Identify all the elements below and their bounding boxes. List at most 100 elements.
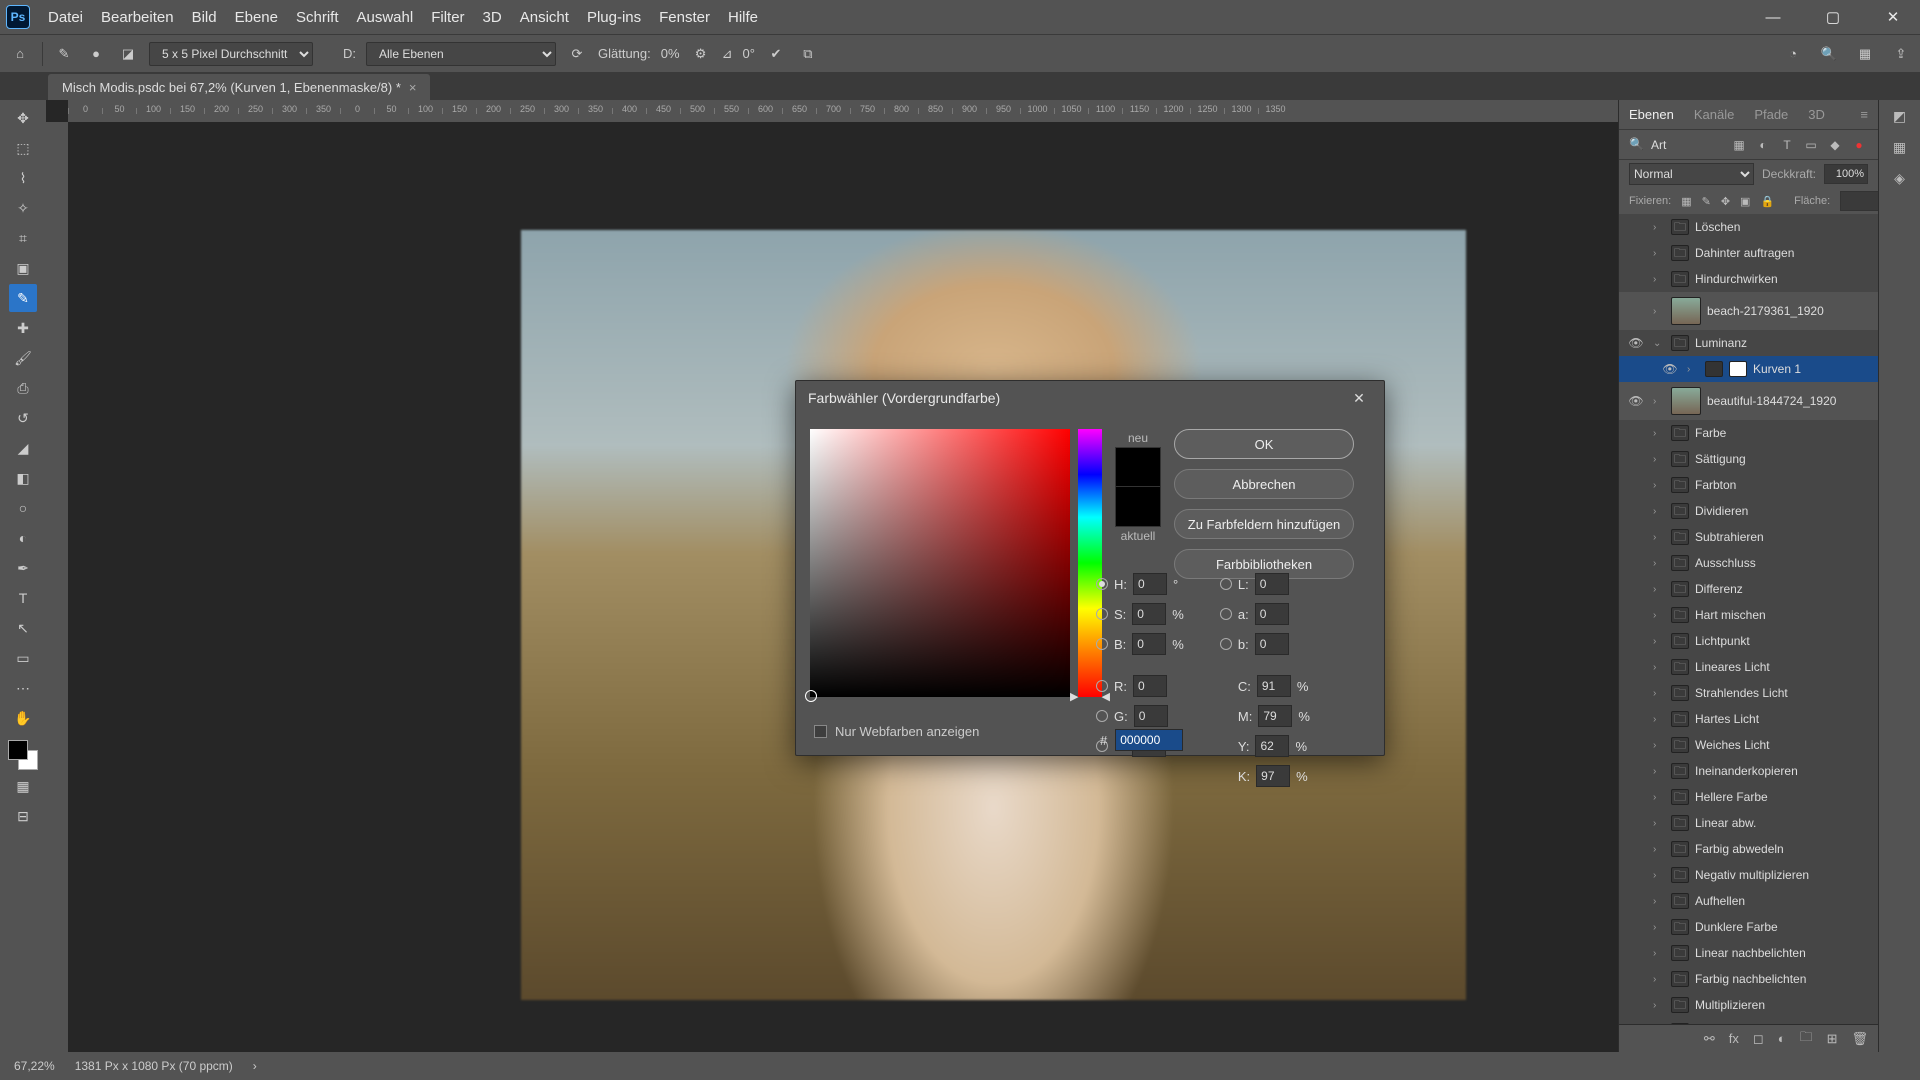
link-layers-icon[interactable]: ⚯ (1704, 1031, 1715, 1047)
lasso-tool[interactable]: ⌇ (9, 164, 37, 192)
layer-row[interactable]: ›🗀Farbe (1619, 420, 1878, 446)
layer-row[interactable]: ›🗀Differenz (1619, 576, 1878, 602)
layer-row[interactable]: 👁⌄🗀Luminanz (1619, 330, 1878, 356)
layer-row[interactable]: ›🗀Ineinanderkopieren (1619, 758, 1878, 784)
blend-mode-select[interactable]: Normal (1629, 163, 1754, 185)
layer-filter-input[interactable] (1651, 138, 1711, 152)
lock-paint-icon[interactable]: ✎ (1702, 195, 1711, 208)
dodge-tool[interactable]: ◐ (9, 524, 37, 552)
heal-tool[interactable]: ✚ (9, 314, 37, 342)
expand-icon[interactable]: › (1653, 454, 1665, 465)
k-input[interactable] (1256, 765, 1290, 787)
brush-tool[interactable]: 🖌 (9, 344, 37, 372)
sample-ring-icon[interactable]: ◪ (117, 43, 139, 65)
expand-icon[interactable]: › (1653, 714, 1665, 725)
layer-style-icon[interactable]: fx (1729, 1031, 1739, 1046)
expand-icon[interactable]: › (1653, 766, 1665, 777)
expand-icon[interactable]: ⌄ (1653, 338, 1665, 349)
radio-l[interactable] (1220, 578, 1232, 590)
blur-tool[interactable]: ○ (9, 494, 37, 522)
visibility-icon[interactable]: 👁 (1625, 394, 1647, 408)
expand-icon[interactable]: › (1653, 792, 1665, 803)
type-tool[interactable]: T (9, 584, 37, 612)
radio-lb[interactable] (1220, 638, 1232, 650)
layer-row[interactable]: ›🗀Linear abw. (1619, 810, 1878, 836)
g-input[interactable] (1134, 705, 1168, 727)
radio-g[interactable] (1096, 710, 1108, 722)
add-swatch-button[interactable]: Zu Farbfeldern hinzufügen (1174, 509, 1354, 539)
color-swatches[interactable] (8, 740, 38, 770)
layer-row[interactable]: ›🗀Dividieren (1619, 498, 1878, 524)
expand-icon[interactable]: › (1653, 584, 1665, 595)
frame-tool[interactable]: ▣ (9, 254, 37, 282)
menu-auswahl[interactable]: Auswahl (357, 9, 414, 26)
expand-icon[interactable]: › (1653, 558, 1665, 569)
visibility-icon[interactable]: 👁 (1659, 362, 1681, 376)
layer-row[interactable]: ›🗀Negativ multiplizieren (1619, 862, 1878, 888)
search-icon[interactable]: 🔍 (1629, 137, 1645, 153)
webonly-checkbox[interactable] (814, 725, 827, 738)
expand-icon[interactable]: › (1653, 896, 1665, 907)
current-color-swatch[interactable] (1115, 487, 1161, 527)
visibility-icon[interactable]: 👁 (1625, 336, 1647, 350)
close-window-button[interactable]: ✕ (1872, 3, 1914, 31)
expand-icon[interactable]: › (1653, 844, 1665, 855)
c-input[interactable] (1257, 675, 1291, 697)
options-icon[interactable]: ⟳ (566, 43, 588, 65)
expand-icon[interactable]: › (1653, 636, 1665, 647)
status-more-icon[interactable]: › (253, 1059, 257, 1073)
marquee-tool[interactable]: ⬚ (9, 134, 37, 162)
history-brush-tool[interactable]: ↺ (9, 404, 37, 432)
color-panel-icon[interactable]: ◩ (1893, 108, 1906, 125)
layer-row[interactable]: ›🗀Lineares Licht (1619, 654, 1878, 680)
layer-row[interactable]: ›🗀Dunklere Farbe (1619, 914, 1878, 940)
layer-row[interactable]: ›🗀Hindurchwirken (1619, 266, 1878, 292)
wand-tool[interactable]: ✧ (9, 194, 37, 222)
maximize-button[interactable]: ▢ (1812, 3, 1854, 31)
h-input[interactable] (1133, 573, 1167, 595)
path-tool[interactable]: ↖ (9, 614, 37, 642)
layer-row[interactable]: ›🗀Multiplizieren (1619, 992, 1878, 1018)
properties-panel-icon[interactable]: ◈ (1894, 170, 1905, 187)
layer-row[interactable]: ›🗀Subtrahieren (1619, 524, 1878, 550)
menu-schrift[interactable]: Schrift (296, 9, 339, 26)
expand-icon[interactable]: › (1653, 274, 1665, 285)
expand-icon[interactable]: › (1653, 396, 1665, 407)
expand-icon[interactable]: › (1653, 610, 1665, 621)
swatches-panel-icon[interactable]: ▦ (1893, 139, 1906, 156)
layer-list[interactable]: ›🗀Löschen›🗀Dahinter auftragen›🗀Hindurchw… (1619, 214, 1878, 1024)
lock-position-icon[interactable]: ✥ (1721, 195, 1730, 208)
expand-icon[interactable]: › (1687, 364, 1699, 375)
home-icon[interactable]: ⌂ (8, 42, 32, 66)
expand-icon[interactable]: › (1653, 248, 1665, 259)
expand-icon[interactable]: › (1653, 974, 1665, 985)
expand-icon[interactable]: › (1653, 480, 1665, 491)
crop-tool[interactable]: ⌗ (9, 224, 37, 252)
menu-3d[interactable]: 3D (483, 9, 502, 26)
dialog-close-icon[interactable]: ✕ (1346, 385, 1372, 411)
screenmode-tool[interactable]: ⊟ (9, 802, 37, 830)
menu-ansicht[interactable]: Ansicht (520, 9, 569, 26)
expand-icon[interactable]: › (1653, 506, 1665, 517)
bv-input[interactable] (1132, 633, 1166, 655)
a-input[interactable] (1255, 603, 1289, 625)
radio-s[interactable] (1096, 608, 1108, 620)
layer-mask-icon[interactable]: ◻ (1753, 1031, 1764, 1047)
layer-row[interactable]: ›🗀Lichtpunkt (1619, 628, 1878, 654)
opacity-input[interactable] (1824, 164, 1868, 184)
layer-row[interactable]: ›🗀Sättigung (1619, 446, 1878, 472)
layer-row[interactable]: ›🗀Ausschluss (1619, 550, 1878, 576)
workspace-icon[interactable]: ▦ (1854, 43, 1876, 65)
layer-row[interactable]: 👁›beautiful-1844724_1920 (1619, 382, 1878, 420)
menu-bearbeiten[interactable]: Bearbeiten (101, 9, 174, 26)
menu-datei[interactable]: Datei (48, 9, 83, 26)
radio-h[interactable] (1096, 578, 1108, 590)
m-input[interactable] (1258, 705, 1292, 727)
smoothing-value[interactable]: 0% (661, 46, 680, 61)
quickmask-tool[interactable]: ▦ (9, 772, 37, 800)
filter-pixel-icon[interactable]: ▦ (1730, 138, 1748, 152)
new-layer-icon[interactable]: ⊞ (1827, 1031, 1838, 1047)
filter-adjust-icon[interactable]: ◐ (1754, 138, 1772, 152)
move-tool[interactable]: ✥ (9, 104, 37, 132)
menu-plugins[interactable]: Plug-ins (587, 9, 641, 26)
